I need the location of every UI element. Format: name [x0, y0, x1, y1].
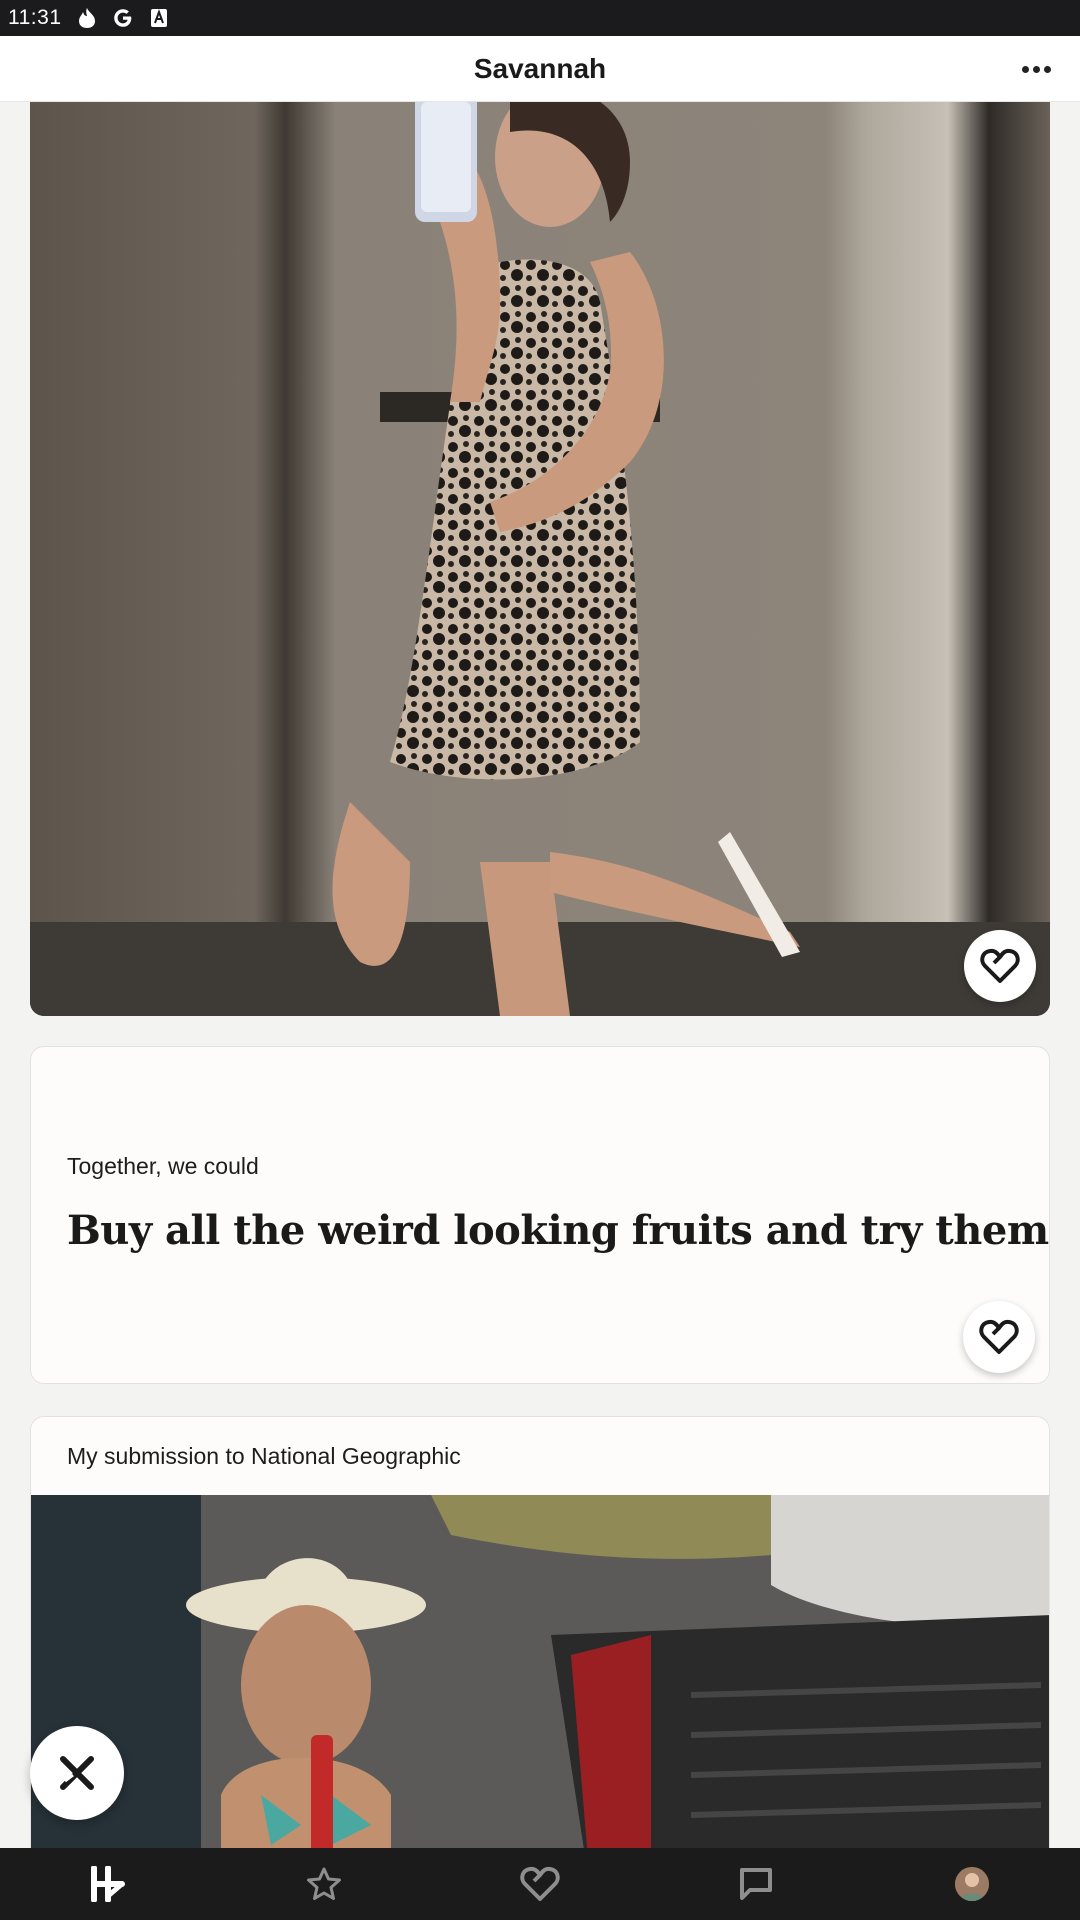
heart-outline-icon: [980, 948, 1020, 983]
profile-photo-card: [30, 102, 1050, 1016]
status-time: 11:31: [8, 6, 62, 29]
profile-name-title: Savannah: [473, 52, 607, 84]
profile-avatar: [955, 1867, 989, 1901]
google-icon: [112, 7, 134, 29]
prompt-answer: Buy all the weird looking fruits and try…: [67, 1207, 1049, 1254]
like-photo-button[interactable]: [964, 930, 1036, 1002]
photo-caption: My submission to National Geographic: [67, 1443, 461, 1469]
nav-profile[interactable]: [942, 1854, 1002, 1914]
status-bar: 11:31: [0, 0, 1080, 36]
profile-feed[interactable]: Together, we could Buy all the weird loo…: [0, 102, 1080, 1848]
keyboard-a-icon: [148, 7, 170, 29]
bottom-navigation: [0, 1848, 1080, 1920]
prompt-question: Together, we could: [67, 1153, 259, 1179]
chat-icon: [740, 1868, 772, 1900]
nav-home[interactable]: [78, 1854, 138, 1914]
flame-icon: [76, 7, 98, 29]
profile-photo: [30, 102, 1050, 1016]
like-prompt-button[interactable]: [963, 1301, 1035, 1373]
star-icon: [307, 1867, 341, 1900]
nav-standouts[interactable]: [294, 1854, 354, 1914]
reject-button[interactable]: [30, 1726, 124, 1820]
heart-outline-icon: [979, 1319, 1019, 1354]
x-cross-icon: [60, 1756, 94, 1790]
nav-matches[interactable]: [726, 1854, 786, 1914]
home-logo-icon: [91, 1866, 125, 1902]
prompt-card: Together, we could Buy all the weird loo…: [30, 1046, 1050, 1384]
more-horizontal-icon: [1021, 65, 1029, 73]
heart-icon: [520, 1866, 560, 1901]
captioned-photo-card: My submission to National Geographic: [30, 1416, 1050, 1848]
profile-header: Savannah: [0, 36, 1080, 102]
captioned-photo: [31, 1495, 1049, 1848]
more-options-button[interactable]: [1014, 52, 1058, 86]
nav-likes-you[interactable]: [510, 1854, 570, 1914]
